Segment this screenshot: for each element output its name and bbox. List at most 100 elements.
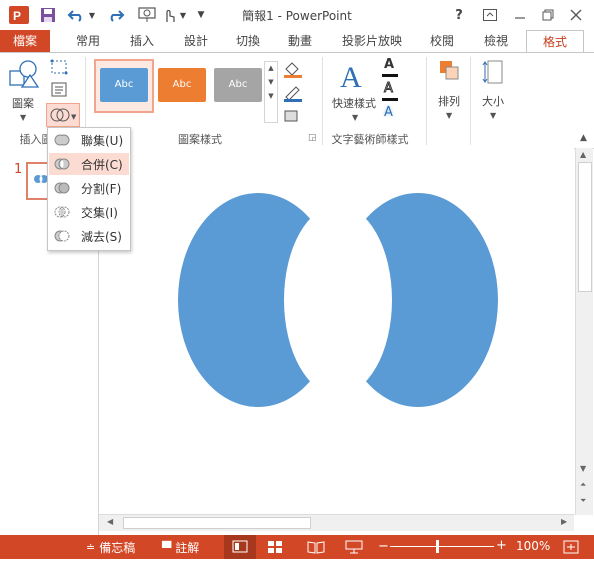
arrange-dropdown-icon[interactable]: ▼: [446, 111, 452, 120]
subtract-icon: [49, 228, 75, 244]
tab-file[interactable]: 檔案: [0, 30, 50, 52]
close-icon[interactable]: [566, 5, 586, 25]
notes-button[interactable]: ≐ 備忘稿: [86, 539, 135, 556]
normal-view-icon: [232, 540, 248, 553]
scroll-right-arrow-icon[interactable]: ▶: [561, 517, 567, 526]
edit-shape-icon[interactable]: [50, 59, 74, 77]
tab-design[interactable]: 設計: [174, 30, 218, 52]
scroll-left-arrow-icon[interactable]: ◀: [107, 517, 113, 526]
tab-transitions[interactable]: 切換: [226, 30, 270, 52]
group-separator: [426, 57, 427, 145]
previous-slide-icon[interactable]: ⏶: [580, 480, 586, 490]
text-outline-icon[interactable]: A: [384, 81, 394, 97]
shape-style-1-swatch: Abc: [100, 68, 148, 102]
slide-number: 1: [14, 162, 23, 177]
dialog-launcher-icon[interactable]: ◲: [308, 133, 317, 143]
arrange-label[interactable]: 排列: [438, 93, 460, 109]
tab-animations[interactable]: 動畫: [278, 30, 322, 52]
tab-view[interactable]: 檢視: [472, 30, 520, 52]
wordart-quick-styles-icon[interactable]: A: [336, 57, 370, 94]
menu-item-label: 分割(F): [81, 181, 122, 196]
menu-item-fragment[interactable]: 分割(F): [49, 177, 129, 199]
combine-icon: [49, 156, 75, 172]
ribbon-tabs: 檔案 常用 插入 設計 切換 動畫 投影片放映 校閱 檢視 格式: [0, 30, 594, 53]
fit-slide-icon[interactable]: [562, 539, 580, 555]
svg-text:▼: ▼: [71, 113, 77, 121]
reading-view-icon[interactable]: [306, 539, 326, 555]
slide-canvas[interactable]: [99, 148, 574, 515]
wordart-group-label: 文字藝術師樣式: [331, 133, 409, 146]
menu-item-label: 減去(S): [81, 229, 122, 244]
shape-outline-icon[interactable]: [282, 83, 306, 103]
shape-style-3[interactable]: Abc: [210, 61, 266, 111]
menu-item-label: 合併(C): [81, 157, 123, 172]
shape-style-1[interactable]: Abc: [94, 59, 154, 113]
slide-editor: [99, 148, 574, 515]
menu-item-union[interactable]: 聯集(U): [49, 129, 129, 151]
text-effects-icon[interactable]: A: [384, 105, 393, 120]
slide-sorter-icon[interactable]: [266, 539, 286, 555]
horizontal-scrollbar[interactable]: ◀ ▶: [99, 514, 574, 531]
size-dropdown-icon[interactable]: ▼: [490, 111, 496, 120]
shape-style-2[interactable]: Abc: [154, 61, 210, 111]
intersect-icon: [49, 204, 75, 220]
zoom-slider-thumb[interactable]: [436, 540, 439, 553]
arrange-icon[interactable]: [438, 59, 460, 85]
shapes-dropdown-icon[interactable]: ▼: [20, 113, 26, 122]
comments-label: 註解: [175, 541, 200, 555]
notes-icon: ≐: [86, 541, 96, 554]
slideshow-view-icon[interactable]: [344, 539, 364, 555]
merged-shape[interactable]: [99, 148, 574, 515]
minimize-icon[interactable]: [510, 5, 530, 25]
scroll-down-arrow-icon[interactable]: ▼: [580, 464, 586, 473]
group-separator: [470, 57, 471, 145]
shapes-gallery-icon[interactable]: [8, 59, 40, 89]
merge-shapes-icon: ▼: [50, 108, 77, 122]
scroll-down-icon[interactable]: ▼: [265, 78, 277, 86]
quick-styles-dropdown-icon[interactable]: ▼: [352, 113, 358, 122]
collapse-ribbon-icon[interactable]: ▲: [580, 133, 587, 143]
notes-label: 備忘稿: [99, 541, 136, 555]
scroll-up-icon[interactable]: ▲: [265, 64, 277, 72]
more-styles-icon[interactable]: ▼: [265, 92, 277, 100]
size-icon[interactable]: [482, 59, 506, 85]
normal-view-button[interactable]: [224, 535, 256, 559]
shape-styles-scroller[interactable]: ▲ ▼ ▼: [264, 61, 278, 123]
menu-item-intersect[interactable]: 交集(I): [49, 201, 129, 223]
size-label[interactable]: 大小: [482, 93, 504, 109]
tab-slideshow[interactable]: 投影片放映: [334, 30, 410, 52]
merge-shapes-button[interactable]: ▼: [46, 103, 80, 127]
zoom-slider[interactable]: [390, 546, 494, 547]
menu-item-subtract[interactable]: 減去(S): [49, 225, 129, 247]
tab-review[interactable]: 校閱: [418, 30, 466, 52]
comments-icon: ▀: [162, 540, 172, 555]
next-slide-icon[interactable]: ⏷: [580, 496, 586, 506]
window-title: 簡報1 - PowerPoint: [242, 9, 352, 23]
title-bar: P ▼ ▼ ▼ 簡報1 - PowerPoint ?: [0, 0, 594, 30]
zoom-in-icon[interactable]: +: [496, 538, 507, 553]
tab-home[interactable]: 常用: [66, 30, 110, 52]
help-button[interactable]: ?: [450, 5, 468, 25]
fragment-icon: [49, 180, 75, 196]
comments-button[interactable]: ▀ 註解: [162, 539, 199, 556]
vertical-scrollbar[interactable]: ▲ ▼ ⏶ ⏷: [575, 148, 593, 515]
shape-style-3-swatch: Abc: [214, 68, 262, 102]
shape-fill-icon[interactable]: [282, 59, 306, 79]
zoom-out-icon[interactable]: −: [378, 539, 389, 554]
shapes-label[interactable]: 圖案: [12, 95, 34, 111]
menu-item-label: 聯集(U): [81, 133, 124, 148]
quick-styles-label[interactable]: 快速樣式: [332, 95, 376, 111]
shape-styles-group-label: 圖案樣式: [178, 133, 222, 146]
shape-effects-icon[interactable]: [282, 107, 306, 125]
ribbon-display-options-icon[interactable]: [480, 5, 500, 25]
menu-item-combine[interactable]: 合併(C): [49, 153, 129, 175]
zoom-level[interactable]: 100%: [516, 539, 550, 553]
text-box-icon[interactable]: [50, 81, 74, 99]
hscroll-thumb[interactable]: [123, 517, 311, 529]
scroll-up-arrow-icon[interactable]: ▲: [580, 150, 586, 159]
text-fill-icon[interactable]: A: [384, 57, 394, 72]
tab-insert[interactable]: 插入: [120, 30, 164, 52]
tab-format[interactable]: 格式: [526, 30, 584, 53]
restore-icon[interactable]: [538, 5, 558, 25]
scrollbar-thumb[interactable]: [578, 162, 592, 292]
